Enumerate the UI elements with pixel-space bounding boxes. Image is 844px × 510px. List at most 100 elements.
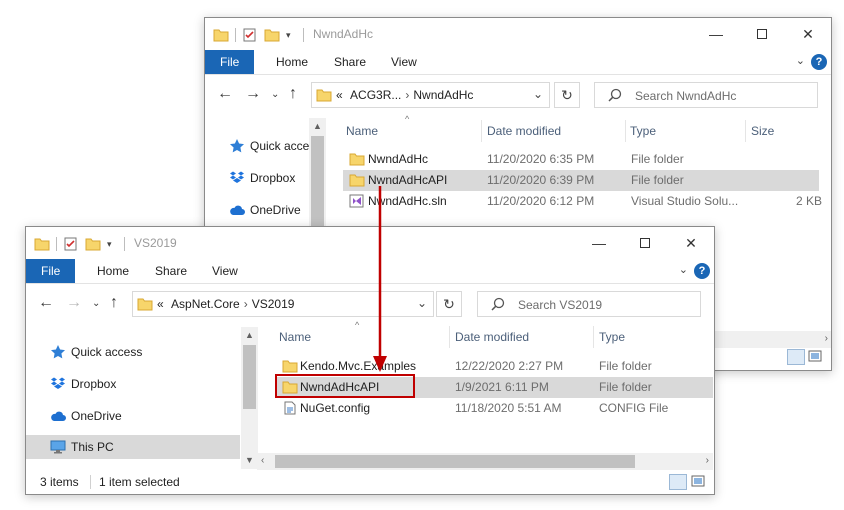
breadcrumb-item[interactable]: VS2019 <box>252 297 295 311</box>
refresh-icon: ↻ <box>443 296 455 312</box>
breadcrumb-overflow[interactable]: « <box>157 297 164 311</box>
tab-view[interactable]: View <box>377 50 431 74</box>
maximize-button[interactable] <box>622 227 668 259</box>
status-separator <box>90 475 91 489</box>
details-view-button[interactable] <box>669 474 687 490</box>
column-separator[interactable] <box>593 326 594 348</box>
forward-arrow-icon[interactable]: → <box>245 85 261 103</box>
nav-item-label: OneDrive <box>250 203 301 217</box>
up-arrow-icon[interactable]: ↑ <box>289 85 297 103</box>
minimize-icon: — <box>592 235 606 251</box>
column-separator[interactable] <box>449 326 450 348</box>
tab-share[interactable]: Share <box>141 259 201 283</box>
tab-share[interactable]: Share <box>320 50 380 74</box>
column-header-type[interactable]: Type <box>630 119 656 143</box>
scroll-thumb[interactable] <box>275 455 635 468</box>
qat-dropdown-icon[interactable]: ▾ <box>107 239 112 250</box>
breadcrumb-separator-icon[interactable]: › <box>244 297 248 311</box>
column-separator[interactable] <box>745 120 746 142</box>
scroll-right-icon[interactable]: › <box>825 333 828 344</box>
recent-locations-icon[interactable]: ⌄ <box>271 89 279 100</box>
breadcrumb-separator-icon[interactable]: › <box>405 88 409 102</box>
scroll-down-icon[interactable]: ▼ <box>241 452 258 469</box>
help-icon[interactable]: ? <box>694 263 710 279</box>
search-box[interactable]: Search VS2019 <box>477 291 701 317</box>
horizontal-scrollbar[interactable]: ‹ › <box>257 453 713 470</box>
close-button[interactable]: ✕ <box>785 18 831 50</box>
details-view-button[interactable] <box>787 349 805 365</box>
tab-home[interactable]: Home <box>262 50 322 74</box>
column-header-size[interactable]: Size <box>751 119 774 143</box>
search-box[interactable]: Search NwndAdHc <box>594 82 818 108</box>
column-header-name[interactable]: Name <box>346 119 378 143</box>
properties-icon[interactable] <box>242 27 258 43</box>
table-row[interactable]: NwndAdHc.sln 11/20/2020 6:12 PM Visual S… <box>343 191 822 212</box>
nav-item-label: Dropbox <box>250 171 296 185</box>
breadcrumb-overflow[interactable]: « <box>336 88 343 102</box>
maximize-button[interactable] <box>739 18 785 50</box>
close-button[interactable]: ✕ <box>668 227 714 259</box>
new-folder-icon[interactable] <box>264 27 280 43</box>
table-row[interactable]: NuGet.config 11/18/2020 5:51 AM CONFIG F… <box>276 398 713 419</box>
tab-view[interactable]: View <box>198 259 252 283</box>
column-header-date[interactable]: Date modified <box>455 325 529 349</box>
nav-item-this-pc[interactable]: This PC <box>26 435 240 459</box>
nav-item-label: This PC <box>71 440 114 454</box>
selected-count: 1 item selected <box>99 475 180 489</box>
horizontal-scrollbar[interactable]: › <box>713 331 831 348</box>
scroll-up-icon[interactable]: ▲ <box>309 118 326 135</box>
scroll-right-icon[interactable]: › <box>706 455 709 466</box>
large-icons-view-button[interactable] <box>690 474 708 490</box>
ribbon-expand-icon[interactable]: ⌄ <box>679 263 688 276</box>
scroll-up-icon[interactable]: ▲ <box>241 327 258 344</box>
address-dropdown-icon[interactable]: ⌄ <box>417 296 427 310</box>
file-type: File folder <box>599 359 652 373</box>
nav-item-dropbox[interactable]: Dropbox <box>50 372 240 396</box>
address-bar[interactable]: « ACG3R... › NwndAdHc ⌄ <box>311 82 550 108</box>
scroll-thumb[interactable] <box>311 136 324 236</box>
column-header-type[interactable]: Type <box>599 325 625 349</box>
column-separator[interactable] <box>625 120 626 142</box>
tab-home[interactable]: Home <box>83 259 143 283</box>
highlight-box <box>275 374 415 398</box>
back-arrow-icon[interactable]: ← <box>38 294 54 312</box>
column-separator[interactable] <box>481 120 482 142</box>
scroll-thumb[interactable] <box>243 345 256 409</box>
nav-scrollbar[interactable]: ▲ ▼ <box>241 327 258 469</box>
back-arrow-icon[interactable]: ← <box>217 85 233 103</box>
nav-item-quick-access[interactable]: Quick access <box>50 340 240 364</box>
folder-icon <box>213 29 229 42</box>
qat-dropdown-icon[interactable]: ▾ <box>286 30 291 41</box>
refresh-icon: ↻ <box>561 87 573 103</box>
large-icons-view-button[interactable] <box>807 349 825 365</box>
column-header-date[interactable]: Date modified <box>487 119 561 143</box>
recent-locations-icon[interactable]: ⌄ <box>92 298 100 309</box>
refresh-button[interactable]: ↻ <box>554 82 580 108</box>
minimize-button[interactable]: — <box>576 227 622 259</box>
table-row-selected[interactable]: NwndAdHcAPI 11/20/2020 6:39 PM File fold… <box>343 170 819 191</box>
navigation-pane: Quick access Dropbox OneDrive This PC <box>26 327 256 465</box>
file-date: 12/22/2020 2:27 PM <box>455 359 564 373</box>
table-row[interactable]: NwndAdHc 11/20/2020 6:35 PM File folder <box>343 149 819 170</box>
properties-icon[interactable] <box>63 236 79 252</box>
maximize-icon <box>757 29 767 39</box>
up-arrow-icon[interactable]: ↑ <box>110 294 118 312</box>
breadcrumb-item[interactable]: NwndAdHc <box>413 88 473 102</box>
scroll-left-icon[interactable]: ‹ <box>261 455 264 466</box>
ribbon-expand-icon[interactable]: ⌄ <box>796 54 805 67</box>
forward-arrow-icon[interactable]: → <box>66 294 82 312</box>
help-icon[interactable]: ? <box>811 54 827 70</box>
tab-file[interactable]: File <box>205 50 255 74</box>
refresh-button[interactable]: ↻ <box>436 291 462 317</box>
breadcrumb-item[interactable]: AspNet.Core <box>171 297 240 311</box>
address-dropdown-icon[interactable]: ⌄ <box>533 87 543 101</box>
file-name: NuGet.config <box>300 401 371 415</box>
nav-item-onedrive[interactable]: OneDrive <box>50 404 240 428</box>
new-folder-icon[interactable] <box>85 236 101 252</box>
tab-file[interactable]: File <box>26 259 76 283</box>
minimize-button[interactable]: — <box>693 18 739 50</box>
drag-arrow-icon <box>373 186 387 372</box>
breadcrumb-item[interactable]: ACG3R... <box>350 88 401 102</box>
column-header-name[interactable]: Name <box>279 325 311 349</box>
nav-item-label: Dropbox <box>71 377 117 391</box>
